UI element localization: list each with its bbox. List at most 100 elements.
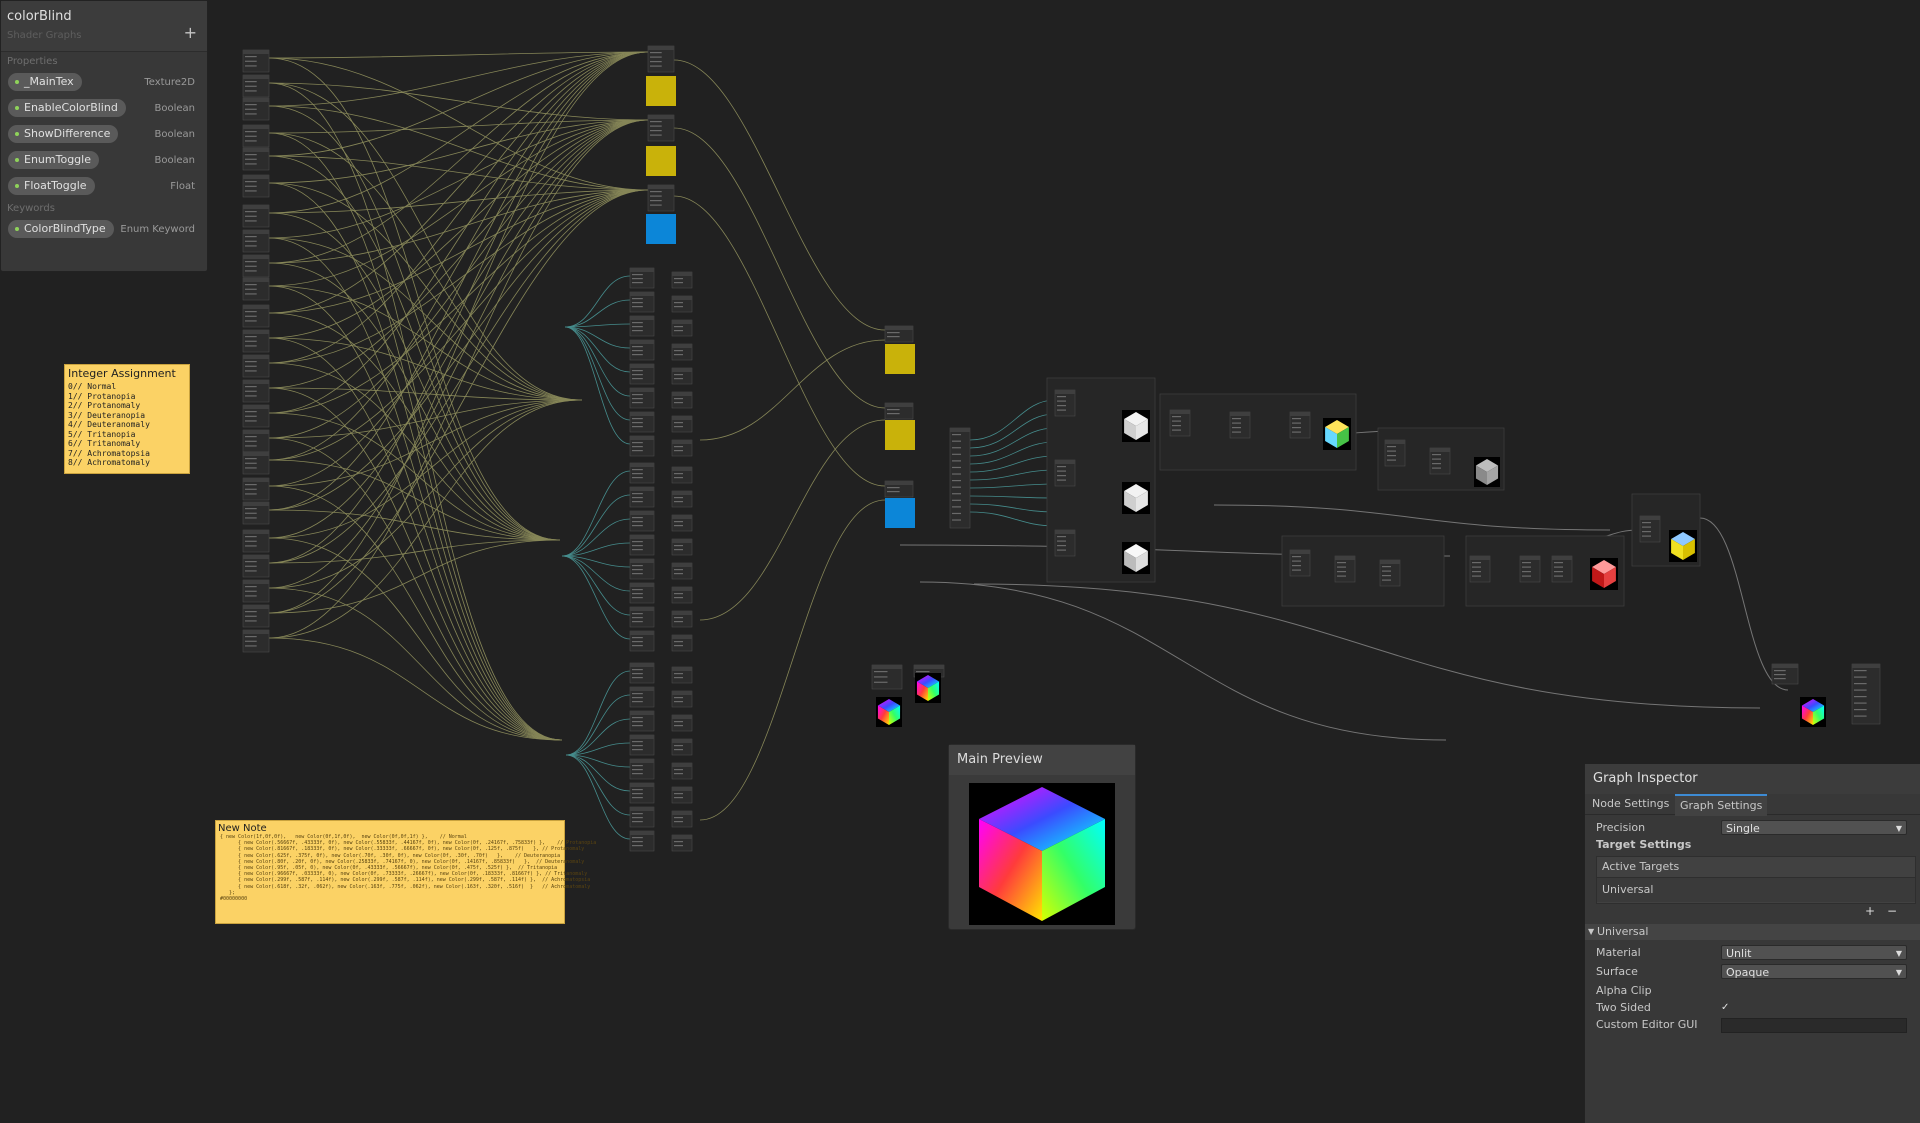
graph-inspector-panel: Graph Inspector Node Settings Graph Sett… [1584,764,1920,1123]
cube-icon [1800,697,1826,727]
input-node [242,74,270,98]
matrix-node [671,415,693,433]
matrix-node [629,630,655,652]
matrix-node [671,514,693,532]
matrix-node [671,343,693,361]
cube-icon [1590,558,1618,590]
graph-node [1469,555,1491,583]
main-preview-panel[interactable]: Main Preview [948,744,1136,930]
custom-editor-gui-field[interactable] [1721,1018,1907,1033]
matrix-node [671,786,693,804]
matrix-node [629,267,655,289]
blackboard-subtitle: Shader Graphs [7,30,82,41]
graph-node [1054,389,1076,417]
matrix-node [629,534,655,556]
alpha-clip-checkbox[interactable] [1721,985,1733,997]
sticky-line: 5// Tritanopia [68,429,136,439]
graph-node [871,664,903,690]
input-node [242,379,270,403]
input-node [242,529,270,553]
material-dropdown[interactable]: Unlit ▼ [1721,945,1907,960]
active-targets-label: Active Targets [1597,857,1915,878]
input-node [242,579,270,603]
color-swatch [646,214,676,244]
universal-foldout[interactable]: ▼ Universal [1585,924,1920,940]
matrix-node [629,686,655,708]
cube-icon [915,673,941,703]
matrix-node [629,606,655,628]
property-pill[interactable]: ShowDifference [8,125,119,143]
property-pill[interactable]: FloatToggle [8,177,95,195]
precision-dropdown[interactable]: Single ▼ [1721,820,1907,835]
chevron-down-icon: ▼ [1895,949,1902,958]
matrix-node [671,562,693,580]
sticky-line: { new Color(.299f, .587f, .114f), new Co… [220,877,591,884]
keyword-node [647,184,675,212]
list-item[interactable]: Universal [1597,878,1915,902]
matrix-node [671,610,693,628]
matrix-node [629,315,655,337]
matrix-node [629,339,655,361]
matrix-node [629,486,655,508]
sticky-line: 7// Achromatopsia [68,448,150,458]
vector-node [884,325,914,343]
input-node [242,354,270,378]
matrix-node [629,710,655,732]
sticky-line: 2// Protanomaly [68,401,141,410]
active-targets-list: Active Targets Universal [1596,856,1916,904]
matrix-node [629,582,655,604]
keyword-row: ColorBlindType Enum Keyword [1,216,207,242]
matrix-node [671,762,693,780]
matrix-node [671,714,693,732]
property-row: ShowDifference Boolean [1,121,207,147]
graph-node [1771,663,1799,685]
matrix-node [671,690,693,708]
tab-graph-settings[interactable]: Graph Settings [1675,794,1768,816]
add-property-button[interactable]: + [184,23,197,42]
graph-node [1551,555,1573,583]
inspector-title: Graph Inspector [1585,764,1920,794]
sticky-line: #00000000 [220,896,248,903]
input-node [242,604,270,628]
cube-icon [1669,530,1697,562]
graph-node [1379,559,1401,587]
keyword-node [647,45,675,73]
two-sided-checkbox[interactable]: ✓ [1721,1002,1733,1014]
property-type: Texture2D [144,77,195,88]
surface-dropdown[interactable]: Opaque ▼ [1721,964,1907,979]
color-swatch [885,344,915,374]
sticky-note-integer-assignment[interactable]: Integer Assignment 0// Normal 1// Protan… [64,364,190,474]
sticky-note-color-matrices[interactable]: New Note { new Color(1f,0f,0f), new Colo… [215,820,596,924]
matrix-node [671,586,693,604]
input-node [242,147,270,171]
matrix-node [671,666,693,684]
material-value: Unlit [1726,947,1752,960]
main-preview-viewport[interactable] [969,783,1115,925]
matrix-node [671,466,693,484]
precision-label: Precision [1596,821,1646,834]
matrix-node [629,387,655,409]
triangle-down-icon: ▼ [1588,927,1595,936]
graph-node [1289,549,1311,577]
matrix-node [671,810,693,828]
cube-icon [1122,410,1150,442]
input-node [242,304,270,328]
sticky-line: 1// Protanopia [68,391,136,401]
remove-target-button[interactable]: − [1887,904,1897,918]
property-pill[interactable]: EnumToggle [8,151,99,169]
blackboard-title: colorBlind [7,9,72,24]
add-target-button[interactable]: + [1865,904,1875,918]
keyword-pill[interactable]: ColorBlindType [8,220,114,238]
property-pill[interactable]: _MainTex [8,73,82,91]
property-row: EnumToggle Boolean [1,147,207,173]
graph-node [1519,555,1541,583]
tab-node-settings[interactable]: Node Settings [1587,794,1674,814]
color-swatch [646,76,676,106]
matrix-node [629,806,655,828]
property-row: EnableColorBlind Boolean [1,95,207,121]
vector-node [884,480,914,498]
property-pill[interactable]: EnableColorBlind [8,99,126,117]
input-node [242,97,270,121]
target-settings-label: Target Settings [1596,838,1692,851]
input-node [242,229,270,253]
